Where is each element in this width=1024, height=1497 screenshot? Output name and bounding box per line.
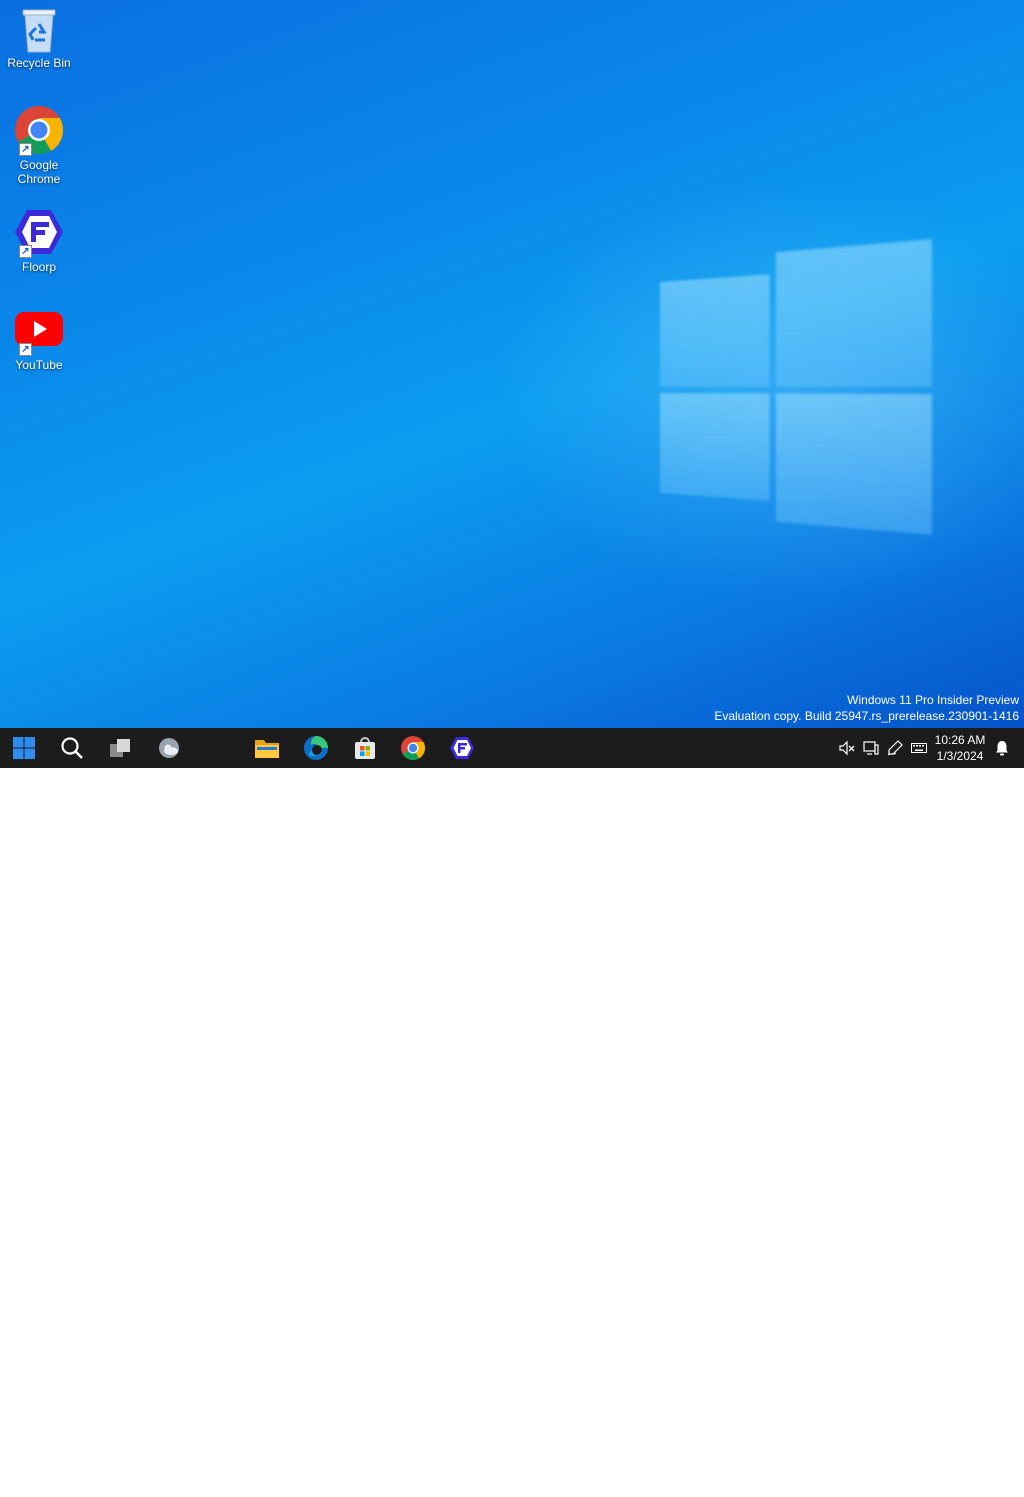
recycle-bin-icon [19,6,59,54]
widgets-icon [157,736,181,760]
search-icon [60,736,84,760]
taskbar-app-chrome[interactable] [397,732,429,764]
taskbar-app-microsoft-store[interactable] [349,732,381,764]
watermark-line: Evaluation copy. Build 25947.rs_prerelea… [714,708,1019,724]
start-icon [12,736,36,760]
system-clock[interactable]: 10:26 AM 1/3/2024 [930,732,990,764]
taskbar: 10:26 AM 1/3/2024 [0,728,1024,768]
desktop-icon-label: YouTube [4,358,74,372]
network-button[interactable] [863,740,879,756]
floorp-icon [449,735,475,761]
desktop-icon-label: Recycle Bin [4,56,74,70]
task-view-icon [108,736,132,760]
keyboard-icon [911,740,927,756]
microsoft-store-icon [353,736,377,760]
file-explorer-icon [254,736,280,760]
edge-icon [303,735,329,761]
desktop-icon-floorp[interactable]: ↗ Floorp [4,206,74,274]
taskbar-app-file-explorer[interactable] [251,732,283,764]
search-button[interactable] [56,732,88,764]
mouse-cursor [511,1492,517,1497]
shortcut-arrow-icon: ↗ [19,245,32,258]
evaluation-watermark: Windows 11 Pro Insider Preview Evaluatio… [714,692,1019,724]
notification-center-button[interactable] [994,740,1010,756]
windows-wallpaper-logo [660,239,937,536]
chrome-icon [400,735,426,761]
watermark-line: Windows 11 Pro Insider Preview [714,692,1019,708]
start-button[interactable] [8,732,40,764]
shortcut-arrow-icon: ↗ [19,343,32,356]
network-icon [863,740,879,756]
volume-muted-icon [839,740,855,756]
desktop-icon-youtube[interactable]: ↗ YouTube [4,304,74,372]
clock-date: 1/3/2024 [930,748,990,764]
desktop-icon-label: Google Chrome [4,158,74,186]
taskbar-app-edge[interactable] [300,732,332,764]
touch-keyboard-button[interactable] [911,740,927,756]
taskbar-app-floorp[interactable] [446,732,478,764]
desktop-icon-label: Floorp [4,260,74,274]
desktop: Recycle Bin ↗ Google Chrome ↗ Floorp ↗ Y… [0,0,1024,728]
desktop-icon-google-chrome[interactable]: ↗ Google Chrome [4,104,74,186]
volume-button[interactable] [839,740,855,756]
pen-menu-button[interactable] [887,740,903,756]
clock-time: 10:26 AM [930,732,990,748]
pen-icon [887,740,903,756]
widgets-button[interactable] [153,732,185,764]
shortcut-arrow-icon: ↗ [19,143,32,156]
bell-icon [994,740,1010,756]
task-view-button[interactable] [104,732,136,764]
desktop-icon-recycle-bin[interactable]: Recycle Bin [4,6,74,70]
